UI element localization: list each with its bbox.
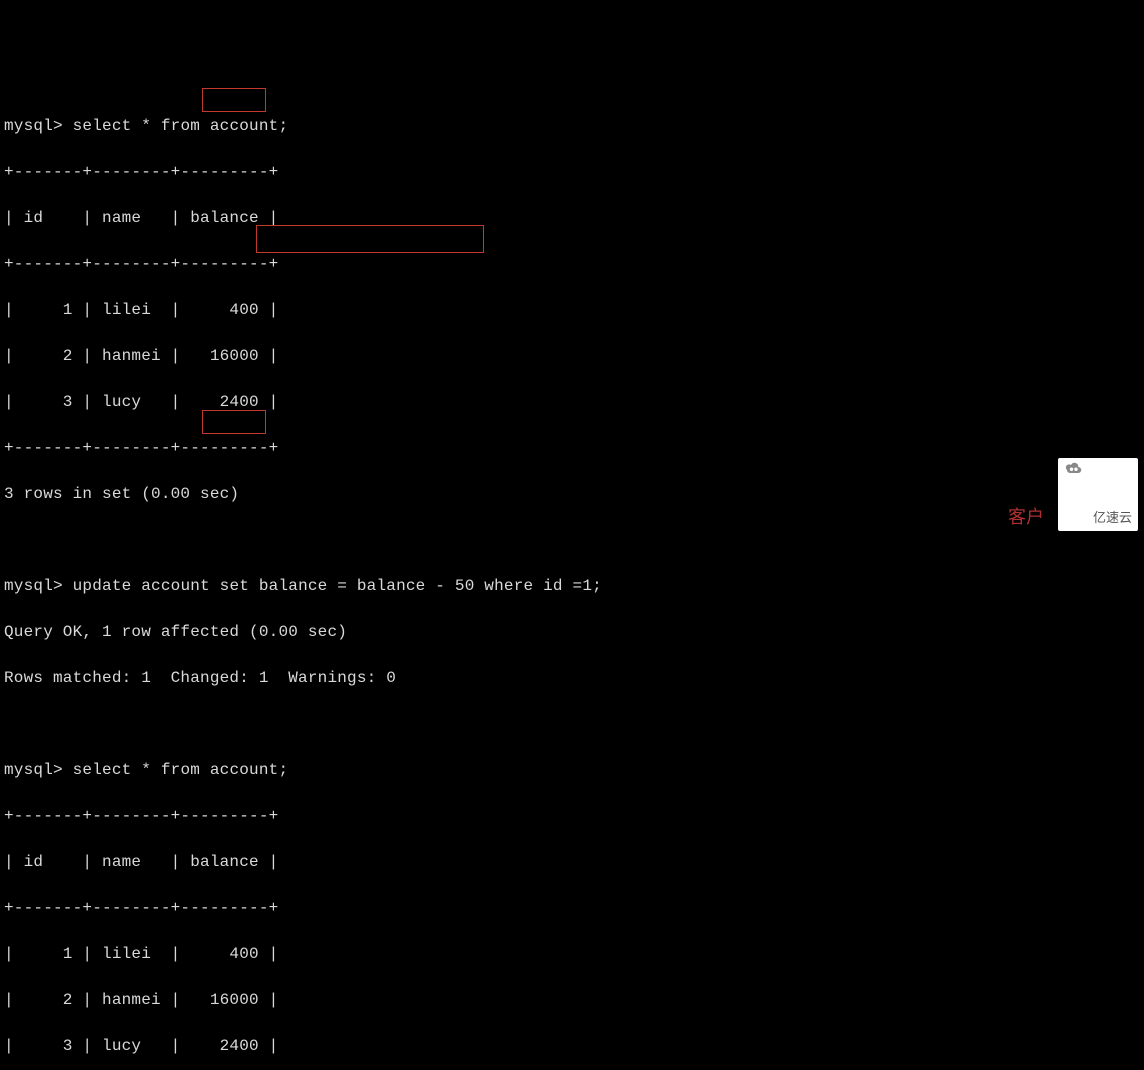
prompt-line[interactable]: mysql> select * from account; — [4, 759, 1140, 782]
table-border: +-------+--------+---------+ — [4, 161, 1140, 184]
sql-select: select * from account; — [73, 761, 289, 779]
table-row: | 1 | lilei | 400 | — [4, 943, 1140, 966]
sql-update-post: where id =1; — [475, 577, 602, 595]
watermark-badge: 亿速云 — [1058, 458, 1138, 531]
prompt: mysql> — [4, 577, 63, 595]
table-row: | 2 | hanmei | 16000 | — [4, 345, 1140, 368]
query-ok: Query OK, 1 row affected (0.00 sec) — [4, 621, 1140, 644]
rows-matched: Rows matched: 1 Changed: 1 Warnings: 0 — [4, 667, 1140, 690]
table-border: +-------+--------+---------+ — [4, 253, 1140, 276]
prompt: mysql> — [4, 761, 63, 779]
sql-update-pre: update account set — [73, 577, 259, 595]
prompt-line[interactable]: mysql> update account set balance = bala… — [4, 575, 1140, 598]
sql-update-boxed: balance = balance - 50 — [259, 577, 475, 595]
brand-text: 客户 — [1008, 506, 1044, 529]
table-border: +-------+--------+---------+ — [4, 437, 1140, 460]
cloud-icon — [1064, 460, 1082, 474]
table-header: | id | name | balance | — [4, 851, 1140, 874]
table-border: +-------+--------+---------+ — [4, 897, 1140, 920]
table-row: | 3 | lucy | 2400 | — [4, 391, 1140, 414]
table-row: | 1 | lilei | 400 | — [4, 299, 1140, 322]
table-row: | 3 | lucy | 2400 | — [4, 1035, 1140, 1058]
terminal-output: mysql> select * from account; +-------+-… — [0, 92, 1144, 1070]
watermark-text: 亿速云 — [1093, 510, 1132, 525]
table-border: +-------+--------+---------+ — [4, 805, 1140, 828]
table-row: | 2 | hanmei | 16000 | — [4, 989, 1140, 1012]
prompt: mysql> — [4, 117, 63, 135]
sql-select: select * from account; — [73, 117, 289, 135]
rows-in-set: 3 rows in set (0.00 sec) — [4, 483, 1140, 506]
table-header: | id | name | balance | — [4, 207, 1140, 230]
prompt-line[interactable]: mysql> select * from account; — [4, 115, 1140, 138]
